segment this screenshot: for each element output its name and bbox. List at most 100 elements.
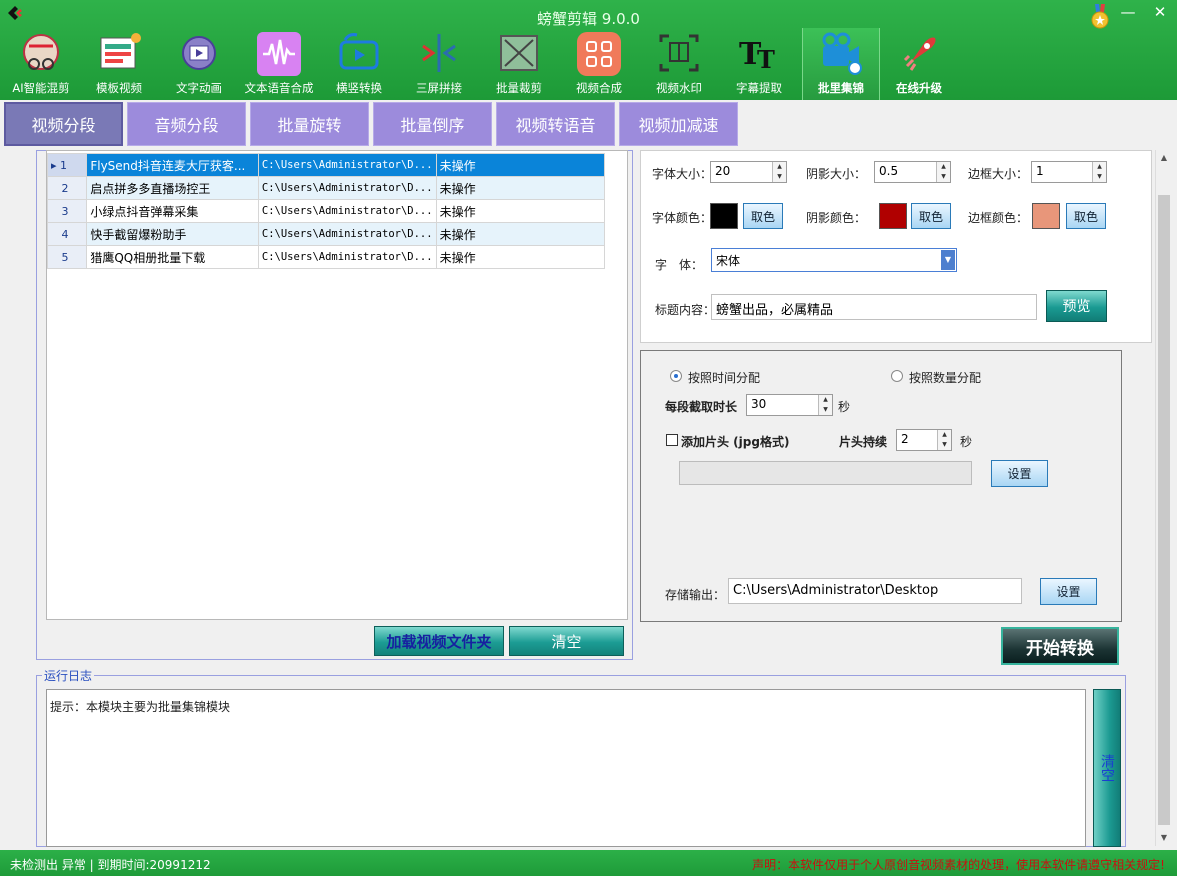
row-number: 3	[46, 199, 88, 223]
vertical-scrollbar[interactable]: ▲ ▼	[1155, 150, 1171, 846]
stepper-arrows-icon[interactable]: ▲ ▼	[936, 162, 950, 182]
file-status: 未操作	[435, 176, 606, 200]
tool-label: 在线升级	[896, 81, 942, 95]
output-label: 存储输出：	[665, 588, 726, 602]
text-to-speech-icon	[257, 32, 301, 76]
file-name: 快手截留爆粉助手	[86, 222, 259, 246]
log-legend: 运行日志	[42, 667, 95, 684]
start-convert-button[interactable]: 开始转换	[1001, 627, 1119, 665]
border-size-label: 边框大小：	[968, 167, 1029, 181]
tool-batch-highlights[interactable]: 批里集锦	[802, 28, 880, 100]
by-count-label: 按照数量分配	[909, 371, 982, 385]
chevron-down-icon[interactable]: ▼	[941, 250, 955, 270]
add-intro-checkbox[interactable]	[666, 434, 678, 446]
font-color-pick-button[interactable]: 取色	[743, 203, 783, 229]
tool-online-upgrade[interactable]: 在线升级	[880, 28, 958, 100]
tool-label: AI智能混剪	[12, 81, 70, 95]
font-size-stepper[interactable]: 20 ▲ ▼	[710, 161, 787, 183]
tool-orientation-convert[interactable]: 横竖转换	[320, 28, 398, 100]
output-path-input[interactable]: C:\Users\Administrator\Desktop	[728, 578, 1022, 604]
shadow-color-pick-button[interactable]: 取色	[911, 203, 951, 229]
minimize-button[interactable]: —	[1119, 2, 1137, 22]
file-name: 小绿点抖音弹幕采集	[86, 199, 259, 223]
stepper-arrows-icon[interactable]: ▲ ▼	[818, 395, 832, 415]
table-row[interactable]: 2 启点拼多多直播场控王 C:\Users\Administrator\D...…	[46, 176, 606, 200]
font-family-select[interactable]: 宋体 ▼	[711, 248, 957, 272]
log-output[interactable]: 提示：本模块主要为批量集锦模块	[46, 689, 1086, 847]
tool-text-animation[interactable]: 文字动画	[160, 28, 238, 100]
template-video-icon	[100, 33, 141, 69]
tool-ai-mix[interactable]: AI智能混剪	[2, 28, 80, 100]
output-set-button[interactable]: 设置	[1040, 578, 1097, 605]
font-family-value: 宋体	[716, 254, 741, 268]
file-name: 猎鹰QQ相册批量下载	[86, 245, 259, 269]
tool-three-screen[interactable]: 三屏拼接	[400, 28, 478, 100]
text-animation-icon	[182, 36, 216, 70]
batch-highlights-icon	[822, 32, 862, 75]
border-size-stepper[interactable]: 1 ▲ ▼	[1031, 161, 1107, 183]
tool-subtitle-extract[interactable]: T T 字幕提取	[720, 28, 798, 100]
file-list[interactable]: ▸ 1 FlySend抖音连麦大厅获客... C:\Users\Administ…	[46, 150, 628, 620]
tab-video-to-speech[interactable]: 视频转语音	[496, 102, 615, 146]
by-time-radio[interactable]	[670, 370, 682, 382]
tool-text-to-speech[interactable]: 文本语音合成	[240, 28, 318, 100]
table-row[interactable]: 3 小绿点抖音弹幕采集 C:\Users\Administrator\D... …	[46, 199, 606, 223]
stepper-arrows-icon[interactable]: ▲ ▼	[937, 430, 951, 450]
shadow-color-label: 阴影颜色：	[806, 211, 867, 225]
file-table: ▸ 1 FlySend抖音连麦大厅获客... C:\Users\Administ…	[46, 153, 606, 269]
status-disclaimer: 声明：本软件仅用于个人原创音视频素材的处理，使用本软件请遵守相关规定!	[752, 858, 1165, 872]
border-color-pick-button[interactable]: 取色	[1066, 203, 1106, 229]
tool-batch-crop[interactable]: 批量裁剪	[480, 28, 558, 100]
by-count-radio[interactable]	[891, 370, 903, 382]
tab-bar: 视频分段 音频分段 批量旋转 批量倒序 视频转语音 视频加减速	[0, 100, 1177, 149]
orientation-convert-icon	[339, 33, 379, 70]
shadow-size-value: 0.5	[879, 164, 899, 178]
shadow-size-stepper[interactable]: 0.5 ▲ ▼	[874, 161, 951, 183]
segment-length-stepper[interactable]: 30 ▲ ▼	[746, 394, 833, 416]
clear-log-button[interactable]: 清空	[1093, 689, 1121, 847]
tool-label: 视频合成	[576, 81, 622, 95]
tab-video-segment[interactable]: 视频分段	[4, 102, 123, 146]
tab-audio-segment[interactable]: 音频分段	[127, 102, 246, 146]
tool-label: 视频水印	[656, 81, 702, 95]
subtitle-extract-icon: T T	[739, 37, 775, 74]
shadow-color-swatch	[879, 203, 907, 229]
table-row[interactable]: 5 猎鹰QQ相册批量下载 C:\Users\Administrator\D...…	[46, 245, 606, 269]
intro-duration-stepper[interactable]: 2 ▲ ▼	[896, 429, 952, 451]
clear-list-button[interactable]: 清空	[509, 626, 624, 656]
row-number: 4	[46, 222, 88, 246]
tab-video-speed[interactable]: 视频加减速	[619, 102, 738, 146]
by-time-label: 按照时间分配	[688, 371, 761, 385]
stepper-arrows-icon[interactable]: ▲ ▼	[772, 162, 786, 182]
scroll-down-icon[interactable]: ▼	[1156, 830, 1172, 846]
stepper-arrows-icon[interactable]: ▲ ▼	[1092, 162, 1106, 182]
title-content-input[interactable]: 螃蟹出品，必属精品	[711, 294, 1037, 320]
load-folder-button[interactable]: 加载视频文件夹	[374, 626, 504, 656]
tool-template-video[interactable]: 模板视频	[80, 28, 158, 100]
intro-file-field[interactable]	[679, 461, 972, 485]
tool-label: 三屏拼接	[416, 81, 462, 95]
table-row[interactable]: 4 快手截留爆粉助手 C:\Users\Administrator\D... 未…	[46, 222, 606, 246]
intro-duration-value: 2	[901, 432, 909, 446]
border-color-label: 边框颜色：	[968, 211, 1029, 225]
tool-video-compose[interactable]: 视频合成	[560, 28, 638, 100]
font-color-label: 字体颜色：	[652, 211, 713, 225]
tool-label: 字幕提取	[736, 81, 782, 95]
tool-label: 文字动画	[176, 81, 222, 95]
medal-icon[interactable]	[1090, 4, 1110, 30]
font-size-value: 20	[715, 164, 731, 178]
scroll-thumb[interactable]	[1158, 195, 1170, 825]
table-row[interactable]: ▸ 1 FlySend抖音连麦大厅获客... C:\Users\Administ…	[46, 153, 606, 177]
seconds-label: 秒	[960, 435, 973, 449]
scroll-up-icon[interactable]: ▲	[1156, 150, 1172, 166]
intro-set-button[interactable]: 设置	[991, 460, 1048, 487]
shadow-size-label: 阴影大小：	[806, 167, 867, 181]
preview-button[interactable]: 预览	[1046, 290, 1107, 322]
tab-batch-rotate[interactable]: 批量旋转	[250, 102, 369, 146]
close-button[interactable]: ✕	[1151, 2, 1169, 22]
tab-batch-reverse[interactable]: 批量倒序	[373, 102, 492, 146]
ai-mix-icon	[23, 34, 59, 70]
add-intro-label: 添加片头 (jpg格式)	[681, 435, 790, 449]
tool-video-watermark[interactable]: 视频水印	[640, 28, 718, 100]
intro-duration-label: 片头持续	[839, 435, 888, 449]
